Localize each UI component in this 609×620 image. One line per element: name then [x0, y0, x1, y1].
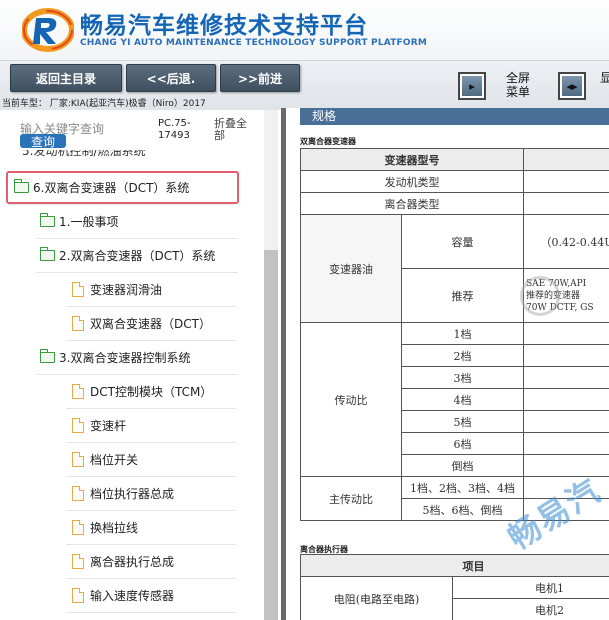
tree-item-selected[interactable]: 6.双离合变速器（DCT）系统 — [8, 171, 233, 205]
folder-icon — [40, 349, 55, 363]
tree-item[interactable]: 双离合变速器（DCT） — [66, 307, 236, 341]
tree-item-label: 档位执行器总成 — [90, 487, 175, 501]
tree-item-label: 离合器执行总成 — [90, 555, 175, 569]
document-icon — [72, 452, 84, 467]
cell-gear: 3档 — [401, 366, 524, 389]
folder-icon — [14, 179, 29, 193]
fullscreen-menu-label[interactable]: 全屏 菜单 — [506, 71, 530, 99]
tree-item-label: 档位开关 — [90, 453, 139, 467]
display-label[interactable]: 显 — [600, 71, 609, 85]
tree-item-label: 2.双离合变速器（DCT）系统 — [59, 249, 216, 263]
brand-title: 畅易汽车维修技术支持平台 — [80, 13, 368, 39]
section-title-dct: 双离合器变速器 — [300, 137, 356, 146]
folder-icon — [40, 213, 55, 227]
spec-title-bar: 规格 — [300, 108, 609, 125]
row-gear-ratio: 传动比 — [300, 322, 402, 477]
document-icon — [72, 588, 84, 603]
dct-spec-table: 变速器型号 发动机类型 离合器类型 变速器油 容量 （0.42-0.44U 推荐 SA… — [300, 148, 609, 521]
tree-item-cut[interactable]: 5.发动机控制/燃油系统 — [22, 150, 222, 160]
document-icon — [72, 418, 84, 433]
tree-item[interactable]: 档位开关 — [66, 443, 236, 477]
tree-item[interactable]: 3.双离合变速器控制系统 — [36, 341, 238, 375]
cell-capacity: 容量 — [401, 214, 524, 269]
sidebar-scrollbar-thumb[interactable] — [264, 250, 278, 620]
tree-item[interactable]: 换档拉线 — [66, 511, 236, 545]
vehicle-info: 当前车型： 厂家:KIA(起亚汽车)极睿（Niro）2017 — [2, 99, 206, 109]
tree-item-label: 1.一般事项 — [59, 215, 119, 229]
row-final-drive: 主传动比 — [300, 476, 402, 521]
cell-recommended: 推荐 — [401, 268, 524, 323]
tree-item[interactable]: 离合器执行总成 — [66, 545, 236, 579]
document-icon — [72, 520, 84, 535]
tree-item[interactable]: 输入速度传感器 — [66, 579, 236, 613]
cell-gear: 6档 — [401, 432, 524, 455]
watermark-seal — [520, 276, 560, 316]
app-header: 畅易汽车维修技术支持平台 CHANG YI AUTO MAINTENANCE T… — [0, 0, 609, 60]
document-icon — [72, 282, 84, 297]
cell-capacity-value: （0.42-0.44U — [523, 214, 609, 269]
collapse-panel-icon[interactable]: ▸ — [458, 72, 486, 100]
tree-item-label: 6.双离合变速器（DCT）系统 — [33, 181, 190, 195]
row-resistance: 电阻(电路至电路) — [300, 576, 453, 620]
tree-item-label: 变速器润滑油 — [90, 283, 163, 297]
content-panel: 规格 双离合器变速器 变速器型号 发动机类型 离合器类型 变速器油 容量 （0.42… — [286, 108, 609, 620]
back-button[interactable]: <<后退. — [126, 64, 216, 92]
pc-code: PC.75-17493 — [158, 118, 191, 141]
cell-final-1: 1档、2档、3档、4档 — [401, 476, 524, 499]
cell-gear: 5档 — [401, 410, 524, 433]
tree-item-label: DCT控制模块（TCM） — [90, 385, 213, 399]
collapse-all-button[interactable]: 折叠全部 — [214, 118, 256, 142]
clutch-actuator-table: 项目 电阻(电路至电路) 电机1 电机2 — [300, 554, 609, 620]
cell-gear: 倒档 — [401, 454, 524, 477]
cell-gear: 2档 — [401, 344, 524, 367]
tree-item-label: 换档拉线 — [90, 521, 139, 535]
tree-item-label: 输入速度传感器 — [90, 589, 175, 603]
tree-item[interactable]: 变速器润滑油 — [66, 273, 236, 307]
tree-item-label: 变速杆 — [90, 419, 127, 433]
document-icon — [72, 316, 84, 331]
split-view-icon[interactable]: ◂▸ — [558, 72, 586, 100]
row-clutch-type: 离合器类型 — [300, 192, 524, 215]
back-home-button[interactable]: 返回主目录 — [10, 64, 122, 92]
tree-item[interactable]: 1.一般事项 — [36, 205, 238, 239]
row-engine-type: 发动机类型 — [300, 170, 524, 193]
brand-subtitle: CHANG YI AUTO MAINTENANCE TECHNOLOGY SUP… — [80, 38, 428, 48]
brand-logo-icon — [22, 8, 74, 52]
tree-item-label: 3.双离合变速器控制系统 — [59, 351, 191, 365]
document-icon — [72, 554, 84, 569]
tree-item[interactable]: 变速杆 — [66, 409, 236, 443]
row-trans-oil: 变速器油 — [300, 214, 402, 323]
table2-header: 项目 — [300, 554, 609, 577]
folder-icon — [40, 247, 55, 261]
tree-item[interactable]: 档位执行器总成 — [66, 477, 236, 511]
cell-gear: 4档 — [401, 388, 524, 411]
document-icon — [72, 486, 84, 501]
tree-item[interactable]: DCT控制模块（TCM） — [66, 375, 236, 409]
cell-motor1: 电机1 — [452, 576, 609, 599]
cell-gear: 1档 — [401, 322, 524, 345]
search-button[interactable]: 查询 — [20, 134, 66, 149]
tree-item-label: 双离合变速器（DCT） — [90, 317, 211, 331]
forward-button[interactable]: >>前进 — [220, 64, 300, 92]
tree-item[interactable]: 2.双离合变速器（DCT）系统 — [36, 239, 238, 273]
document-icon — [72, 384, 84, 399]
cell-motor2: 电机2 — [452, 598, 609, 620]
table-header-model: 变速器型号 — [300, 148, 524, 171]
